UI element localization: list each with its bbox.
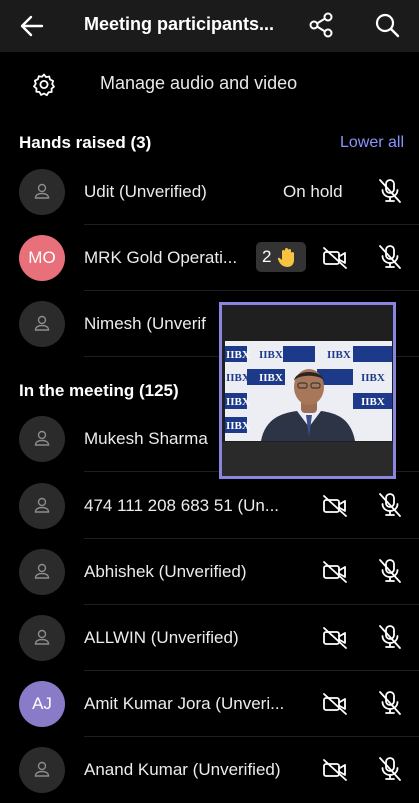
participant-name: MRK Gold Operati... (84, 248, 238, 267)
camera-off-icon[interactable] (322, 692, 348, 716)
mic-off-icon[interactable] (378, 244, 402, 270)
participant-name: Anand Kumar (Unverified) (84, 760, 281, 779)
participant-row[interactable]: MO MRK Gold Operati... 2 (0, 226, 419, 291)
backdrop-logo-text: IIBX (226, 372, 250, 384)
person-icon (34, 183, 50, 199)
in-meeting-heading: In the meeting (125) (19, 381, 179, 400)
avatar-initials: AJ (32, 694, 52, 713)
camera-off-icon[interactable] (322, 494, 348, 518)
on-hold-status: On hold (283, 182, 343, 201)
speaker-video-frame: IIBX IIBX IIBX IIBX IIBX IIBX IIBX IIBX … (225, 341, 392, 441)
participant-row[interactable]: 474 111 208 683 51 (Un... (0, 474, 419, 539)
camera-off-icon[interactable] (322, 626, 348, 650)
avatar: MO (19, 235, 65, 281)
participant-row[interactable]: Anand Kumar (Unverified) (0, 738, 419, 803)
avatar: AJ (19, 681, 65, 727)
video-pip-window[interactable]: IIBX IIBX IIBX IIBX IIBX IIBX IIBX IIBX … (219, 302, 396, 479)
participant-name: Udit (Unverified) (84, 182, 207, 201)
camera-off-icon[interactable] (322, 246, 348, 270)
avatar-initials: MO (28, 248, 56, 267)
pip-bottom-bar (222, 442, 393, 476)
avatar (19, 615, 65, 661)
lower-all-button[interactable]: Lower all (340, 134, 404, 152)
mic-off-icon[interactable] (378, 178, 402, 204)
person-icon (34, 315, 50, 331)
raised-hand-badge: 2 (256, 242, 306, 272)
search-icon[interactable] (374, 12, 400, 38)
person-icon (34, 563, 50, 579)
mic-off-icon[interactable] (378, 624, 402, 650)
participant-row[interactable]: ALLWIN (Unverified) (0, 606, 419, 671)
avatar (19, 301, 65, 347)
person-icon (34, 761, 50, 777)
avatar (19, 169, 65, 215)
camera-off-icon[interactable] (322, 560, 348, 584)
participant-name: Mukesh Sharma (84, 429, 208, 448)
speaker-video: IIBX IIBX IIBX IIBX IIBX IIBX IIBX IIBX … (225, 341, 392, 441)
backdrop-logo-text: IIBX (226, 349, 250, 361)
participant-row[interactable]: AJ Amit Kumar Jora (Unveri... (0, 672, 419, 737)
hands-raised-heading: Hands raised (3) (19, 133, 152, 152)
backdrop-logo-text: IIBX (327, 349, 351, 361)
person-icon (34, 430, 50, 446)
participant-name: Abhishek (Unverified) (84, 562, 247, 581)
participant-name: Nimesh (Unverif (84, 314, 206, 333)
mic-off-icon[interactable] (378, 492, 402, 518)
raised-hand-icon (278, 248, 295, 267)
hand-count: 2 (262, 247, 272, 266)
mic-off-icon[interactable] (378, 558, 402, 584)
person-icon (34, 497, 50, 513)
avatar (19, 483, 65, 529)
avatar (19, 747, 65, 793)
share-icon[interactable] (308, 12, 334, 38)
avatar (19, 416, 65, 462)
backdrop-logo-text: IIBX (259, 372, 283, 384)
backdrop-logo-text: IIBX (361, 396, 385, 408)
page-title: Meeting participants... (84, 14, 275, 34)
participant-row[interactable]: Udit (Unverified) On hold (0, 160, 419, 225)
backdrop-logo-text: IIBX (259, 349, 283, 361)
top-app-bar: Meeting participants... (0, 0, 419, 52)
participant-name: 474 111 208 683 51 (Un... (84, 496, 280, 515)
manage-audio-video-label: Manage audio and video (100, 73, 298, 93)
mic-off-icon[interactable] (378, 690, 402, 716)
participant-name: Amit Kumar Jora (Unveri... (84, 694, 285, 713)
backdrop-logo-text: IIBX (226, 396, 250, 408)
person-icon (34, 629, 50, 645)
gear-icon (33, 73, 55, 97)
back-arrow-icon[interactable] (18, 12, 46, 40)
mic-off-icon[interactable] (378, 756, 402, 782)
backdrop-logo-text: IIBX (226, 420, 250, 432)
avatar (19, 549, 65, 595)
participant-name: ALLWIN (Unverified) (84, 628, 239, 647)
manage-audio-video-item[interactable]: Manage audio and video (0, 58, 419, 110)
camera-off-icon[interactable] (322, 758, 348, 782)
participant-row[interactable]: Abhishek (Unverified) (0, 540, 419, 605)
backdrop-logo-text: IIBX (361, 372, 385, 384)
